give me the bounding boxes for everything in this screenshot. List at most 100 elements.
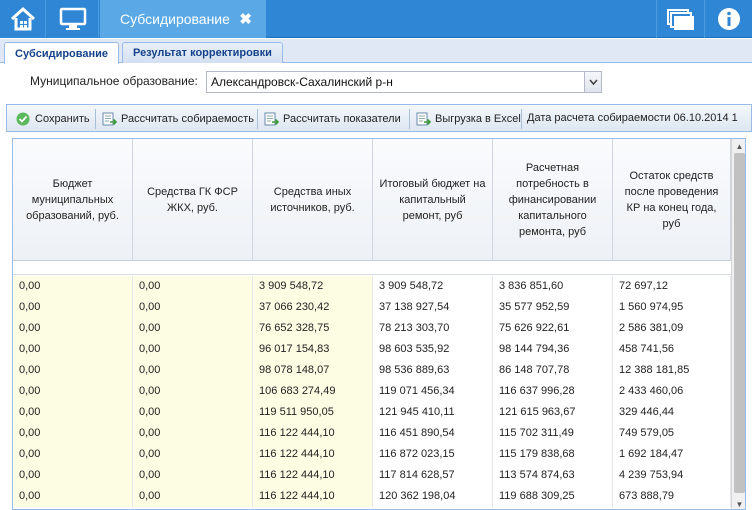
table-cell[interactable]: 37 066 230,42 bbox=[253, 297, 373, 318]
column-header-other-sources[interactable]: Средства иных источников, руб. bbox=[253, 139, 373, 261]
column-header-municipal-budget[interactable]: Бюджет муниципальных образований, руб. bbox=[13, 139, 133, 261]
table-cell[interactable]: 3 909 548,72 bbox=[253, 276, 373, 297]
table-cell[interactable]: 72 697,12 bbox=[613, 276, 731, 297]
table-cell[interactable]: 458 741,56 bbox=[613, 339, 731, 360]
column-header-total-budget[interactable]: Итоговый бюджет на капитальный ремонт, р… bbox=[373, 139, 493, 261]
municipality-select[interactable]: Александровск-Сахалинский р-н bbox=[206, 71, 602, 93]
table-cell[interactable]: 106 683 274,49 bbox=[253, 381, 373, 402]
table-cell[interactable]: 116 122 444,10 bbox=[253, 465, 373, 486]
table-cell[interactable]: 0,00 bbox=[13, 276, 133, 297]
table-cell[interactable]: 37 138 927,54 bbox=[373, 297, 493, 318]
table-cell[interactable]: 0,00 bbox=[133, 297, 253, 318]
table-cell[interactable]: 78 213 303,70 bbox=[373, 318, 493, 339]
table-cell[interactable]: 98 536 889,63 bbox=[373, 360, 493, 381]
table-cell[interactable]: 116 451 890,54 bbox=[373, 423, 493, 444]
table-cell[interactable]: 0,00 bbox=[13, 297, 133, 318]
scroll-down-icon[interactable]: ▼ bbox=[732, 497, 745, 509]
table-row[interactable]: 0,00 0,00 116 122 444,10 116 451 890,54 115 … bbox=[13, 423, 731, 444]
save-button[interactable]: Сохранить bbox=[15, 109, 90, 129]
table-cell[interactable]: 2 586 381,09 bbox=[613, 318, 731, 339]
scroll-up-icon[interactable]: ▲ bbox=[732, 139, 745, 153]
table-cell[interactable]: 1 692 184,47 bbox=[613, 444, 731, 465]
desktop-button[interactable] bbox=[47, 0, 99, 38]
table-cell[interactable]: 116 637 996,28 bbox=[493, 381, 613, 402]
table-cell[interactable]: 98 144 794,36 bbox=[493, 339, 613, 360]
chevron-down-icon[interactable] bbox=[584, 72, 601, 92]
table-cell[interactable]: 115 702 311,49 bbox=[493, 423, 613, 444]
table-row[interactable]: 0,00 0,00 116 122 444,10 117 814 628,57 113 … bbox=[13, 465, 731, 486]
table-cell[interactable]: 2 433 460,06 bbox=[613, 381, 731, 402]
close-tab-icon[interactable]: ✖ bbox=[239, 10, 252, 28]
table-row[interactable]: 0,00 0,00 116 122 444,10 116 872 023,15 115 … bbox=[13, 444, 731, 465]
table-cell[interactable]: 1 560 974,95 bbox=[613, 297, 731, 318]
table-row[interactable]: 0,00 0,00 119 511 950,05 121 945 410,11 121 … bbox=[13, 402, 731, 423]
table-cell[interactable]: 4 239 753,94 bbox=[613, 465, 731, 486]
table-row[interactable]: 0,00 0,00 3 909 548,72 3 909 548,72 3 836 85… bbox=[13, 276, 731, 297]
table-cell[interactable]: 119 071 456,34 bbox=[373, 381, 493, 402]
column-header-remaining-funds[interactable]: Остаток средств после проведения КР на к… bbox=[613, 139, 731, 261]
table-cell[interactable]: 121 945 410,11 bbox=[373, 402, 493, 423]
table-cell[interactable]: 96 017 154,83 bbox=[253, 339, 373, 360]
subtab-subsidies[interactable]: Субсидирование bbox=[4, 42, 120, 64]
table-cell[interactable]: 0,00 bbox=[13, 402, 133, 423]
table-cell[interactable]: 115 179 838,68 bbox=[493, 444, 613, 465]
table-cell[interactable]: 0,00 bbox=[13, 339, 133, 360]
table-cell[interactable]: 98 078 148,07 bbox=[253, 360, 373, 381]
table-cell[interactable]: 749 579,05 bbox=[613, 423, 731, 444]
vertical-scrollbar[interactable]: ▲ ▼ bbox=[731, 139, 745, 509]
table-cell[interactable]: 116 122 444,10 bbox=[253, 444, 373, 465]
table-row[interactable]: 0,00 0,00 116 122 444,10 120 362 198,04 119 … bbox=[13, 486, 731, 507]
table-cell[interactable]: 98 603 535,92 bbox=[373, 339, 493, 360]
table-cell[interactable]: 329 446,44 bbox=[613, 402, 731, 423]
table-cell[interactable]: 0,00 bbox=[133, 486, 253, 507]
export-excel-button[interactable]: Выгрузка в Excel bbox=[415, 109, 521, 129]
table-cell[interactable]: 76 652 328,75 bbox=[253, 318, 373, 339]
table-cell[interactable]: 0,00 bbox=[133, 381, 253, 402]
table-cell[interactable]: 3 909 548,72 bbox=[373, 276, 493, 297]
table-cell[interactable]: 75 626 922,61 bbox=[493, 318, 613, 339]
table-row[interactable]: 0,00 0,00 37 066 230,42 37 138 927,54 35 577… bbox=[13, 297, 731, 318]
table-cell[interactable]: 0,00 bbox=[133, 339, 253, 360]
table-cell[interactable]: 0,00 bbox=[133, 402, 253, 423]
table-cell[interactable]: 12 388 181,85 bbox=[613, 360, 731, 381]
table-cell[interactable]: 0,00 bbox=[13, 381, 133, 402]
table-row[interactable]: 0,00 0,00 96 017 154,83 98 603 535,92 98 144… bbox=[13, 339, 731, 360]
table-cell[interactable]: 116 122 444,10 bbox=[253, 423, 373, 444]
calc-collectability-button[interactable]: Рассчитать собираемость bbox=[101, 109, 254, 129]
table-row[interactable]: 0,00 0,00 76 652 328,75 78 213 303,70 75 626… bbox=[13, 318, 731, 339]
table-cell[interactable]: 0,00 bbox=[133, 444, 253, 465]
table-cell[interactable]: 0,00 bbox=[13, 486, 133, 507]
scroll-thumb[interactable] bbox=[734, 153, 745, 493]
table-cell[interactable]: 119 511 950,05 bbox=[253, 402, 373, 423]
table-cell[interactable]: 0,00 bbox=[133, 465, 253, 486]
table-cell[interactable]: 3 836 851,60 bbox=[493, 276, 613, 297]
table-row[interactable]: 0,00 0,00 98 078 148,07 98 536 889,63 86 148… bbox=[13, 360, 731, 381]
table-cell[interactable]: 673 888,79 bbox=[613, 486, 731, 507]
table-cell[interactable]: 0,00 bbox=[13, 444, 133, 465]
table-cell[interactable]: 121 615 963,67 bbox=[493, 402, 613, 423]
table-cell[interactable]: 120 362 198,04 bbox=[373, 486, 493, 507]
table-cell[interactable]: 0,00 bbox=[133, 423, 253, 444]
subtab-correction-result[interactable]: Результат корректировки bbox=[122, 42, 283, 63]
table-cell[interactable]: 0,00 bbox=[133, 360, 253, 381]
table-cell[interactable]: 116 122 444,10 bbox=[253, 486, 373, 507]
tab-subsidies[interactable]: Субсидирование ✖ bbox=[100, 0, 266, 38]
table-cell[interactable]: 0,00 bbox=[13, 318, 133, 339]
table-cell[interactable]: 0,00 bbox=[133, 276, 253, 297]
calc-indicators-button[interactable]: Рассчитать показатели bbox=[263, 109, 401, 129]
windows-button[interactable] bbox=[656, 0, 704, 38]
table-cell[interactable]: 119 688 309,25 bbox=[493, 486, 613, 507]
table-row[interactable]: 0,00 0,00 106 683 274,49 119 071 456,34 116 … bbox=[13, 381, 731, 402]
table-cell[interactable]: 0,00 bbox=[13, 423, 133, 444]
column-header-fund-means[interactable]: Средства ГК ФСР ЖКХ, руб. bbox=[133, 139, 253, 261]
table-cell[interactable]: 117 814 628,57 bbox=[373, 465, 493, 486]
info-button[interactable] bbox=[704, 0, 752, 38]
table-cell[interactable]: 113 574 874,63 bbox=[493, 465, 613, 486]
table-cell[interactable]: 86 148 707,78 bbox=[493, 360, 613, 381]
table-cell[interactable]: 116 872 023,15 bbox=[373, 444, 493, 465]
column-header-calculated-need[interactable]: Расчетная потребность в финансировании к… bbox=[493, 139, 613, 261]
home-button[interactable] bbox=[0, 0, 46, 38]
table-cell[interactable]: 0,00 bbox=[13, 465, 133, 486]
table-cell[interactable]: 35 577 952,59 bbox=[493, 297, 613, 318]
table-cell[interactable]: 0,00 bbox=[13, 360, 133, 381]
